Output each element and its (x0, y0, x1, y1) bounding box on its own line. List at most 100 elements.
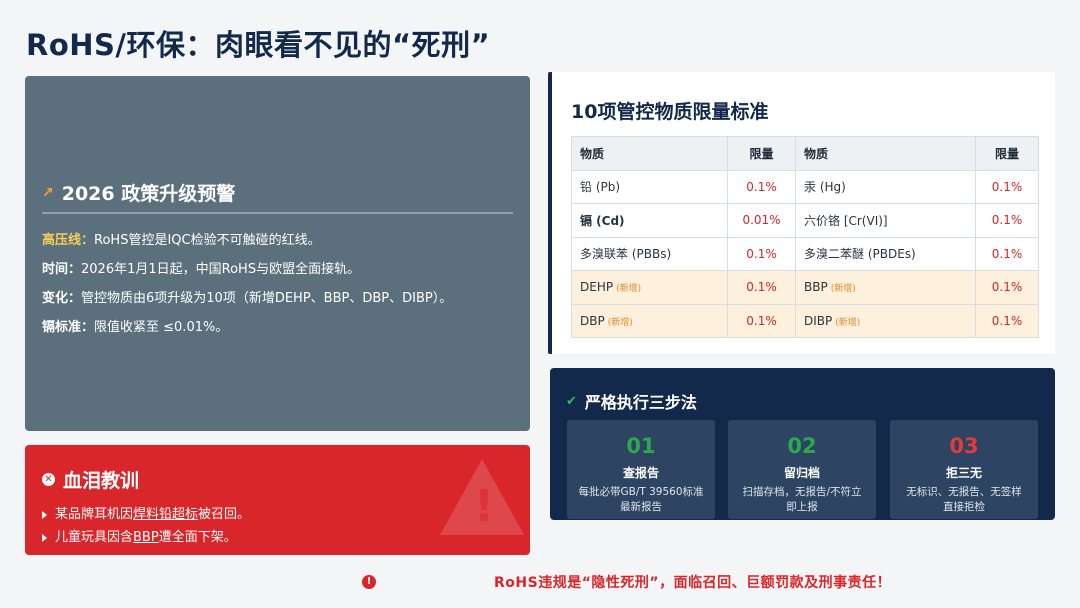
lesson-text: 被召回。 (198, 507, 251, 522)
step-number: 02 (787, 434, 817, 458)
page-title: RoHS/环保：肉眼看不见的“死刑” (26, 28, 491, 62)
column-header: 限量 (727, 136, 796, 171)
lesson-list: 某品牌耳机因焊料铅超标被召回。 儿童玩具因含BBP遭全面下架。 (42, 503, 250, 549)
limit-cell: 0.01% (727, 203, 796, 238)
column-header: 物质 (795, 136, 976, 171)
policy-heading-text: 2026 政策升级预警 (61, 183, 236, 205)
policy-list: 高压线：RoHS管控是IQC检验不可触碰的红线。 时间：2026年1月1日起，中… (42, 226, 522, 342)
bullet-arrow-icon (42, 533, 47, 542)
limit-cell: 0.1% (975, 270, 1039, 305)
new-tag: (新增) (830, 284, 856, 295)
exclamation-circle-icon: ! (362, 575, 376, 589)
column-header: 物质 (571, 136, 728, 171)
policy-warning-panel: ↗ 2026 政策升级预警 高压线：RoHS管控是IQC检验不可触碰的红线。 时… (25, 76, 530, 431)
table-row-new: DBP (新增) 0.1% DIBP (新增) 0.1% (571, 303, 1039, 338)
policy-item: 变化：管控物质由6项升级为10项（新增DEHP、BBP、DBP、DIBP）。 (42, 284, 522, 313)
policy-item: 镉标准：限值收紧至 ≤0.01%。 (42, 313, 522, 342)
step-number: 03 (949, 434, 979, 458)
substance-name: DBP (580, 313, 605, 328)
substance-cell: 汞 (Hg) (795, 169, 976, 204)
step-description: 扫描存档，无报告/不符立 即上报 (728, 485, 876, 515)
exclamation-icon: ! (473, 481, 494, 532)
lesson-item: 儿童玩具因含BBP遭全面下架。 (42, 526, 250, 549)
step-description-line: 直接拒检 (943, 501, 985, 513)
step-description-line: 扫描存档，无报告/不符立 (742, 486, 862, 498)
limit-cell: 0.1% (975, 169, 1039, 204)
new-tag: (新增) (835, 317, 861, 328)
step-label: 留归档 (783, 466, 820, 480)
policy-item-key: 镉标准： (42, 320, 95, 335)
step-description: 每批必带GB/T 39560标准 最新报告 (567, 485, 715, 515)
step-description: 无标识、无报告、无签样 直接拒检 (890, 485, 1038, 515)
lesson-item: 某品牌耳机因焊料铅超标被召回。 (42, 503, 250, 526)
substance-cell: DIBP (新增) (795, 303, 976, 338)
substance-name: DIBP (804, 313, 833, 328)
close-circle-icon: ✕ (42, 473, 55, 486)
lesson-text: 某品牌耳机因 (55, 507, 134, 522)
column-header: 限量 (975, 136, 1039, 171)
lesson-highlight: BBP (133, 530, 159, 545)
substance-cell: DEHP (新增) (571, 270, 728, 305)
substance-name: BBP (804, 280, 828, 295)
lesson-text: 儿童玩具因含 (55, 530, 134, 545)
table-row: 多溴联苯 (PBBs) 0.1% 多溴二苯醚 (PBDEs) 0.1% (571, 236, 1039, 271)
step-description-line: 即上报 (786, 501, 818, 513)
substance-name: DEHP (580, 280, 614, 295)
step-number: 01 (626, 434, 656, 458)
step-card: 01 查报告 每批必带GB/T 39560标准 最新报告 (567, 420, 715, 519)
limit-cell: 0.1% (975, 203, 1039, 238)
steps-heading-text: 严格执行三步法 (584, 393, 697, 412)
steps-heading: ✔ 严格执行三步法 (566, 389, 697, 413)
policy-item-text: 管控物质由6项升级为10项（新增DEHP、BBP、DBP、DIBP）。 (81, 291, 453, 306)
substance-cell: 多溴联苯 (PBBs) (571, 236, 728, 271)
wrench-icon: ↗ (42, 184, 54, 201)
footer-text: RoHS违规是“隐性死刑”，面临召回、巨额罚款及刑事责任！ (494, 575, 892, 591)
standards-title: 10项管控物质限量标准 (571, 101, 769, 123)
limit-cell: 0.1% (975, 236, 1039, 271)
substance-cell: 六价铬 [Cr(VI)] (795, 203, 976, 238)
standards-card: 10项管控物质限量标准 物质 限量 物质 限量 铅 (Pb) 0.1% 汞 (H… (548, 72, 1055, 354)
divider (42, 212, 513, 214)
policy-item-text: 2026年1月1日起，中国RoHS与欧盟全面接轨。 (81, 262, 361, 277)
limit-cell: 0.1% (727, 303, 796, 338)
standards-table: 物质 限量 物质 限量 铅 (Pb) 0.1% 汞 (Hg) 0.1% 镉 (C… (571, 136, 1039, 338)
bullet-arrow-icon (42, 510, 47, 519)
limit-cell: 0.1% (727, 236, 796, 271)
lesson-highlight: 焊料铅超标 (133, 507, 199, 522)
step-card: 03 拒三无 无标识、无报告、无签样 直接拒检 (890, 420, 1038, 519)
limit-cell: 0.1% (727, 270, 796, 305)
policy-item: 高压线：RoHS管控是IQC检验不可触碰的红线。 (42, 226, 522, 255)
table-row-new: DEHP (新增) 0.1% BBP (新增) 0.1% (571, 270, 1039, 305)
lesson-heading-text: 血泪教训 (63, 470, 140, 492)
new-tag: (新增) (607, 317, 633, 328)
table-row: 镉 (Cd) 0.01% 六价铬 [Cr(VI)] 0.1% (571, 203, 1039, 238)
policy-item-key: 时间： (42, 262, 82, 277)
lesson-heading: ✕ 血泪教训 (42, 466, 139, 493)
table-header-row: 物质 限量 物质 限量 (571, 136, 1039, 171)
substance-cell: BBP (新增) (795, 270, 976, 305)
substance-cell: 镉 (Cd) (571, 203, 728, 238)
step-label: 查报告 (622, 466, 659, 480)
lesson-panel: ! ✕ 血泪教训 某品牌耳机因焊料铅超标被召回。 儿童玩具因含BBP遭全面下架。 (25, 445, 530, 555)
lesson-text: 遭全面下架。 (158, 530, 237, 545)
limit-cell: 0.1% (727, 169, 796, 204)
new-tag: (新增) (616, 284, 642, 295)
policy-item-text: 限值收紧至 ≤0.01%。 (94, 320, 229, 335)
step-card: 02 留归档 扫描存档，无报告/不符立 即上报 (728, 420, 876, 519)
step-label: 拒三无 (945, 466, 982, 480)
policy-heading: ↗ 2026 政策升级预警 (42, 179, 235, 206)
policy-item: 时间：2026年1月1日起，中国RoHS与欧盟全面接轨。 (42, 255, 522, 284)
policy-item-key: 高压线： (42, 233, 95, 248)
footer-warning: ! RoHS违规是“隐性死刑”，面临召回、巨额罚款及刑事责任！ (362, 572, 891, 592)
step-description-line: 最新报告 (620, 501, 662, 513)
three-steps-card: ✔ 严格执行三步法 01 查报告 每批必带GB/T 39560标准 最新报告 02… (550, 368, 1055, 520)
policy-item-key: 变化： (42, 291, 82, 306)
substance-cell: 多溴二苯醚 (PBDEs) (795, 236, 976, 271)
step-description-line: 每批必带GB/T 39560标准 (578, 486, 704, 498)
double-check-icon: ✔ (566, 393, 577, 409)
substance-cell: 铅 (Pb) (571, 169, 728, 204)
limit-cell: 0.1% (975, 303, 1039, 338)
step-description-line: 无标识、无报告、无签样 (906, 486, 1022, 498)
substance-cell: DBP (新增) (571, 303, 728, 338)
table-row: 铅 (Pb) 0.1% 汞 (Hg) 0.1% (571, 169, 1039, 204)
